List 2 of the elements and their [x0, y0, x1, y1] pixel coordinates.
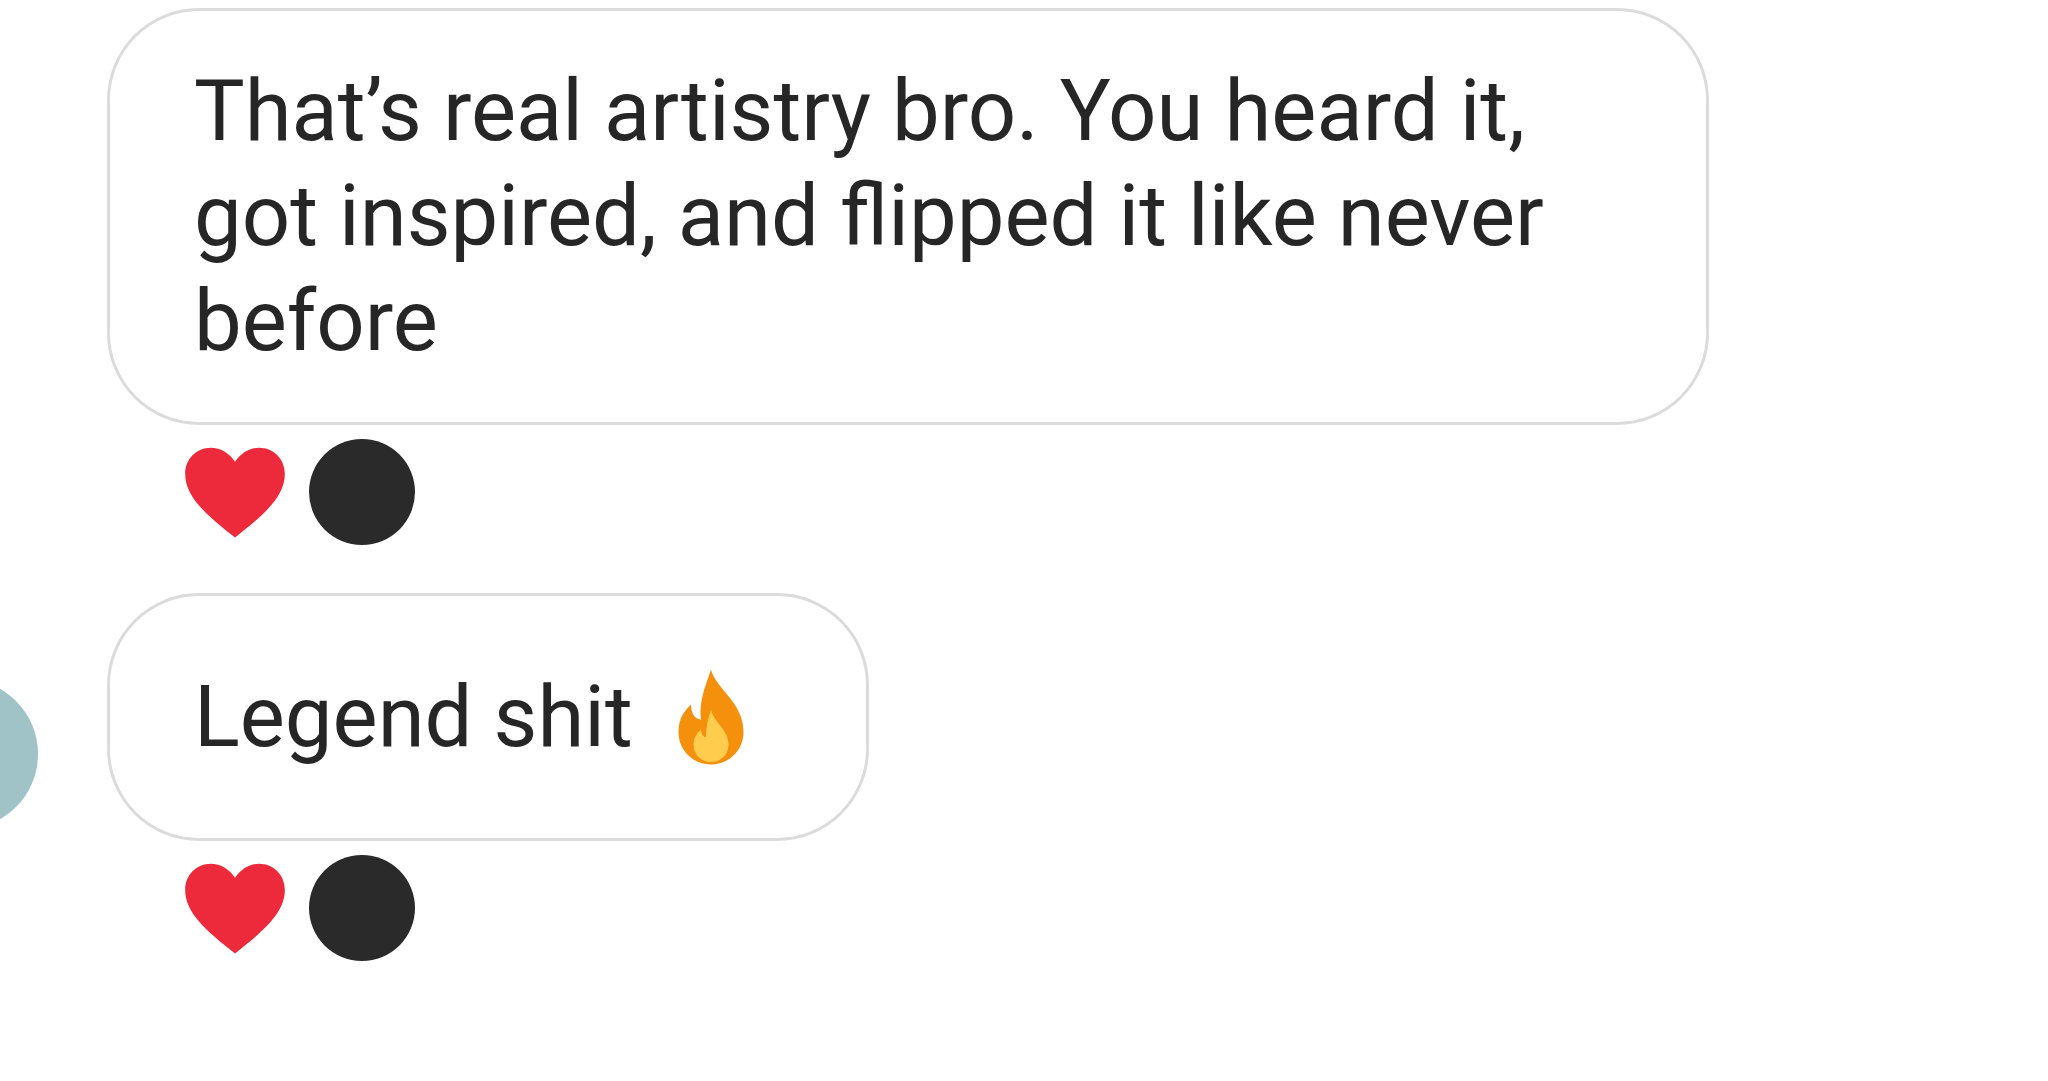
message-text: That’s real artistry bro. You heard it, got inspired, and flipped it like never before	[194, 60, 1545, 373]
message-text: Legend shit	[194, 665, 633, 769]
